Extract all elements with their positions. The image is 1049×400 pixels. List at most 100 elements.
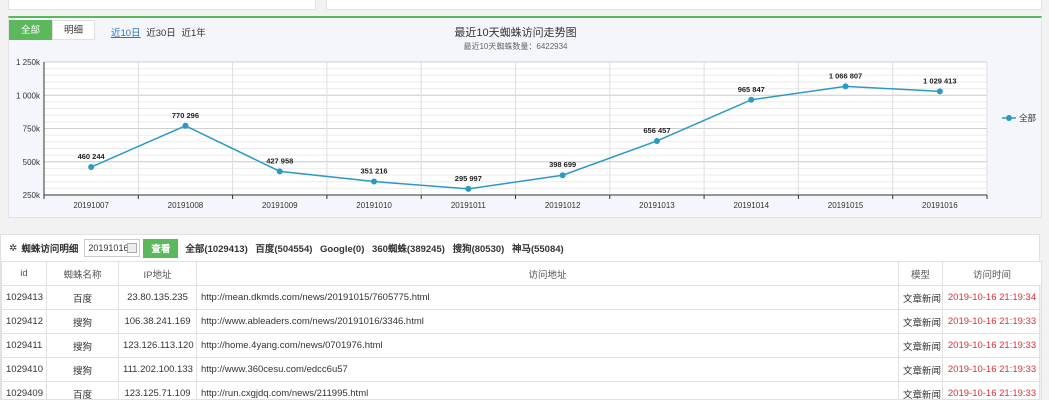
cell-spider: 百度 [46, 381, 119, 400]
x-tick-label: 20191010 [356, 201, 392, 210]
view-button[interactable]: 查看 [143, 238, 179, 258]
cell-ip: 111.202.100.133 [118, 357, 197, 382]
cell-model: 文章新闻 [898, 357, 943, 382]
cell-model: 文章新闻 [898, 285, 943, 310]
stat-sogou: 搜狗(80530) [452, 244, 505, 255]
data-point [88, 164, 95, 171]
data-point [748, 96, 755, 103]
col-spider[interactable]: 蜘蛛名称 [46, 261, 119, 286]
cell-model: 文章新闻 [898, 381, 943, 400]
data-label: 1 066 807 [829, 71, 862, 80]
table-row[interactable]: 1029411 搜狗 123.126.113.120 http://home.4… [1, 333, 1042, 358]
stat-all: 全部(1029413) [185, 244, 248, 255]
data-label: 427 958 [266, 156, 293, 165]
cell-url[interactable]: http://run.cxgjdq.com/news/211995.html [196, 381, 899, 400]
data-point [653, 137, 660, 144]
data-point [276, 168, 283, 175]
cell-time: 2019-10-16 21:19:34 [942, 285, 1042, 310]
legend-marker [1006, 115, 1012, 121]
spider-stats: 全部(1029413) 百度(504554) Google(0) 360蜘蛛(3… [185, 241, 568, 255]
y-tick-label: 1 000k [16, 91, 41, 100]
stat-shenma: 神马(55084) [511, 244, 564, 255]
chart-subtitle: 最近10天蜘蛛数量：6422934 [463, 41, 568, 51]
data-label: 656 457 [643, 126, 670, 135]
table-row[interactable]: 1029409 百度 123.125.71.109 http://run.cxg… [1, 381, 1042, 400]
y-tick-label: 500k [23, 158, 41, 167]
cell-url[interactable]: http://mean.dkmds.com/news/20191015/7605… [196, 285, 899, 310]
data-point [465, 185, 472, 192]
stat-baidu: 百度(504554) [255, 244, 313, 255]
cell-ip: 123.125.71.109 [118, 381, 197, 400]
cell-url[interactable]: http://home.4yang.com/news/0701976.html [196, 333, 899, 358]
cell-model: 文章新闻 [898, 309, 943, 334]
x-tick-label: 20191012 [545, 201, 581, 210]
detail-panel: ✲ 蜘蛛访问明细 查看 全部(1029413) 百度(504554) Googl… [0, 234, 1042, 400]
data-point [371, 178, 378, 185]
stat-360: 360蜘蛛(389245) [372, 244, 445, 255]
top-cards [0, 0, 1049, 14]
data-point [842, 83, 849, 90]
x-tick-label: 20191008 [168, 201, 204, 210]
table-row[interactable]: 1029410 搜狗 111.202.100.133 http://www.36… [1, 357, 1042, 382]
cell-time: 2019-10-16 21:19:33 [942, 333, 1042, 358]
cell-spider: 搜狗 [46, 333, 119, 358]
y-tick-label: 1 250k [16, 58, 41, 67]
legend-label: 全部 [1019, 113, 1037, 123]
data-label: 965 847 [738, 85, 765, 94]
col-model[interactable]: 模型 [898, 261, 943, 286]
detail-heading: 蜘蛛访问明细 [21, 244, 79, 255]
cell-ip: 23.80.135.235 [118, 285, 197, 310]
data-point [559, 172, 566, 179]
cell-id: 1029411 [1, 333, 47, 358]
x-tick-label: 20191015 [828, 201, 864, 210]
cell-time: 2019-10-16 21:19:33 [942, 357, 1042, 382]
cell-id: 1029409 [1, 381, 47, 400]
cell-id: 1029410 [1, 357, 47, 382]
gear-icon: ✲ [9, 242, 18, 254]
col-ip[interactable]: IP地址 [118, 261, 197, 286]
stat-google: Google(0) [320, 244, 365, 255]
cell-spider: 百度 [46, 285, 119, 310]
cell-time: 2019-10-16 21:19:33 [942, 381, 1042, 400]
data-point [936, 88, 943, 95]
y-tick-label: 750k [23, 125, 41, 134]
col-url[interactable]: 访问地址 [196, 261, 899, 286]
visit-table: id 蜘蛛名称 IP地址 访问地址 模型 访问时间 1029413 百度 23.… [1, 261, 1042, 400]
data-label: 1 029 413 [923, 76, 956, 85]
x-tick-label: 20191014 [733, 201, 769, 210]
table-header-row: id 蜘蛛名称 IP地址 访问地址 模型 访问时间 [1, 261, 1042, 286]
table-row[interactable]: 1029412 搜狗 106.38.241.169 http://www.abl… [1, 309, 1042, 334]
col-time[interactable]: 访问时间 [942, 261, 1042, 286]
chart-title: 最近10天蜘蛛访问走势图 [454, 25, 576, 39]
y-tick-label: 250k [23, 191, 41, 200]
x-tick-label: 20191007 [73, 201, 109, 210]
x-tick-label: 20191013 [639, 201, 675, 210]
col-id[interactable]: id [1, 261, 47, 286]
data-point [182, 122, 189, 129]
top-card-right [326, 0, 1042, 10]
cell-id: 1029413 [1, 285, 47, 310]
cell-spider: 搜狗 [46, 357, 119, 382]
top-card-left [8, 0, 316, 10]
x-tick-label: 20191009 [262, 201, 298, 210]
spider-trend-chart: 250k 500k 750k 1 000k 1 250k 20191007 20191008… [16, 25, 1037, 210]
cell-url[interactable]: http://www.ableaders.com/news/20191016/3… [196, 309, 899, 334]
data-label: 351 216 [360, 167, 387, 176]
cell-url[interactable]: http://www.360cesu.com/edcc6u57 [196, 357, 899, 382]
cell-model: 文章新闻 [898, 333, 943, 358]
data-label: 398 699 [549, 160, 576, 169]
x-tick-label: 20191011 [451, 201, 487, 210]
x-tick-label: 20191016 [922, 201, 958, 210]
cell-time: 2019-10-16 21:19:33 [942, 309, 1042, 334]
data-label: 770 296 [172, 111, 199, 120]
calendar-icon[interactable] [127, 243, 138, 253]
cell-ip: 106.38.241.169 [118, 309, 197, 334]
chart-panel: 全部 明细 近10日 近30日 近1年 250k 500k 750k 1 000k 1 … [8, 16, 1042, 218]
data-label: 460 244 [78, 152, 106, 161]
data-label: 295 997 [455, 174, 482, 183]
table-row[interactable]: 1029413 百度 23.80.135.235 http://mean.dkm… [1, 285, 1042, 310]
cell-id: 1029412 [1, 309, 47, 334]
cell-spider: 搜狗 [46, 309, 119, 334]
detail-toolbar: ✲ 蜘蛛访问明细 查看 全部(1029413) 百度(504554) Googl… [1, 235, 1039, 261]
cell-ip: 123.126.113.120 [118, 333, 197, 358]
